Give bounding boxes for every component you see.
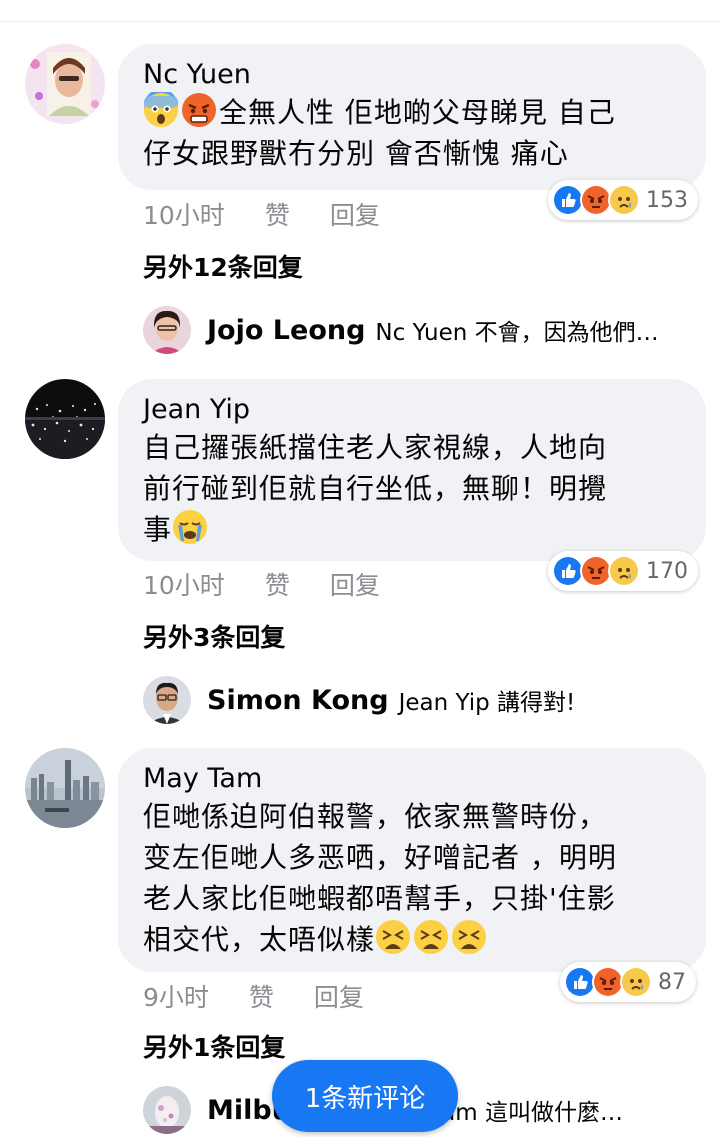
reply-author[interactable]: Jojo Leong <box>207 315 365 346</box>
avatar[interactable] <box>25 748 105 828</box>
comment-text-line: 事 <box>143 513 173 546</box>
fearful-face-emoji <box>143 92 179 128</box>
comment-time: 10小时 <box>143 571 225 600</box>
more-replies-link[interactable]: 另外3条回复 <box>143 618 285 654</box>
avatar[interactable] <box>143 306 191 354</box>
reaction-count: 170 <box>646 558 688 584</box>
comment-time: 9小时 <box>143 983 209 1012</box>
reply-text: Jean Yip 講得對! <box>398 690 576 716</box>
like-button[interactable]: 赞 <box>265 196 290 232</box>
comment-author[interactable]: Jean Yip <box>143 393 682 427</box>
reaction-count: 153 <box>646 187 688 213</box>
reply-button[interactable]: 回复 <box>330 196 380 232</box>
sad-reaction-icon <box>608 555 640 587</box>
comment-text: 自己攞張紙擋住老人家視線，人地向 前行碰到佢就自行坐低，無聊！明攪 事 <box>143 427 682 550</box>
comment-text-line: 变左佢哋人多恶哂，好噌記者 ，明明 <box>143 841 617 874</box>
comment-actions: 9小时 赞 回复 <box>143 978 404 1014</box>
avatar[interactable] <box>143 1086 191 1134</box>
reaction-summary[interactable]: 153 <box>548 180 698 220</box>
comment-text: 全無人性 佢地啲父母睇見 自己 仔女跟野獸冇分別 會否慚愧 痛心 <box>143 92 682 174</box>
weary-face-emoji <box>413 919 449 955</box>
sad-reaction-icon <box>608 184 640 216</box>
comment-bubble[interactable]: Nc Yuen 全無人性 佢地啲父母睇見 自己 仔女跟野獸冇分別 會否慚愧 痛心 <box>118 44 706 190</box>
weary-face-emoji <box>375 919 411 955</box>
angry-face-emoji <box>181 92 217 128</box>
crying-face-emoji <box>172 509 208 545</box>
avatar[interactable] <box>25 44 105 124</box>
comment-text-line: 相交代，太唔似樣 <box>143 923 376 956</box>
reply-button[interactable]: 回复 <box>314 978 364 1014</box>
comment-text-line: 老人家比佢哋蝦都唔幫手，只掛'住影 <box>143 882 616 915</box>
avatar[interactable] <box>143 676 191 724</box>
like-button[interactable]: 赞 <box>265 566 290 602</box>
new-comments-button[interactable]: 1条新评论 <box>272 1060 458 1132</box>
avatar[interactable] <box>25 379 105 459</box>
reply-text: Tam 這叫做什麼… <box>430 1100 623 1126</box>
like-button[interactable]: 赞 <box>249 978 274 1014</box>
sad-reaction-icon <box>620 966 652 998</box>
comment-text: 佢哋係迫阿伯報警，依家無警時份， 变左佢哋人多恶哂，好噌記者 ，明明 老人家比佢… <box>143 796 682 960</box>
comment-text-line: 前行碰到佢就自行坐低，無聊！明攪 <box>143 472 608 505</box>
comment-time: 10小时 <box>143 201 225 230</box>
comment-text-line: 仔女跟野獸冇分別 會否慚愧 痛心 <box>143 137 569 170</box>
reaction-summary[interactable]: 87 <box>560 962 696 1002</box>
comment-actions: 10小时 赞 回复 <box>143 196 420 232</box>
comment-bubble[interactable]: Jean Yip 自己攞張紙擋住老人家視線，人地向 前行碰到佢就自行坐低，無聊！… <box>118 379 706 561</box>
comment-author[interactable]: Nc Yuen <box>143 58 682 92</box>
reply-preview[interactable]: Jojo Leong Nc Yuen 不會，因為他們… <box>143 306 659 354</box>
reply-text: Nc Yuen 不會，因為他們… <box>375 320 659 346</box>
more-replies-link[interactable]: 另外12条回复 <box>143 248 303 284</box>
comment-bubble[interactable]: May Tam 佢哋係迫阿伯報警，依家無警時份， 变左佢哋人多恶哂，好噌記者 ，… <box>118 748 706 972</box>
comment-text-line: 自己攞張紙擋住老人家視線，人地向 <box>143 431 608 464</box>
weary-face-emoji <box>451 919 487 955</box>
reaction-summary[interactable]: 170 <box>548 551 698 591</box>
reaction-count: 87 <box>658 969 686 995</box>
reply-button[interactable]: 回复 <box>330 566 380 602</box>
reply-preview[interactable]: Simon Kong Jean Yip 講得對! <box>143 676 575 724</box>
reply-author[interactable]: Simon Kong <box>207 685 389 716</box>
comment-author[interactable]: May Tam <box>143 762 682 796</box>
top-divider <box>0 0 720 22</box>
comment-actions: 10小时 赞 回复 <box>143 566 420 602</box>
more-replies-link[interactable]: 另外1条回复 <box>143 1028 285 1064</box>
comment-text-line: 佢哋係迫阿伯報警，依家無警時份， <box>143 800 608 833</box>
comment-text-line: 全無人性 佢地啲父母睇見 自己 <box>219 96 616 129</box>
